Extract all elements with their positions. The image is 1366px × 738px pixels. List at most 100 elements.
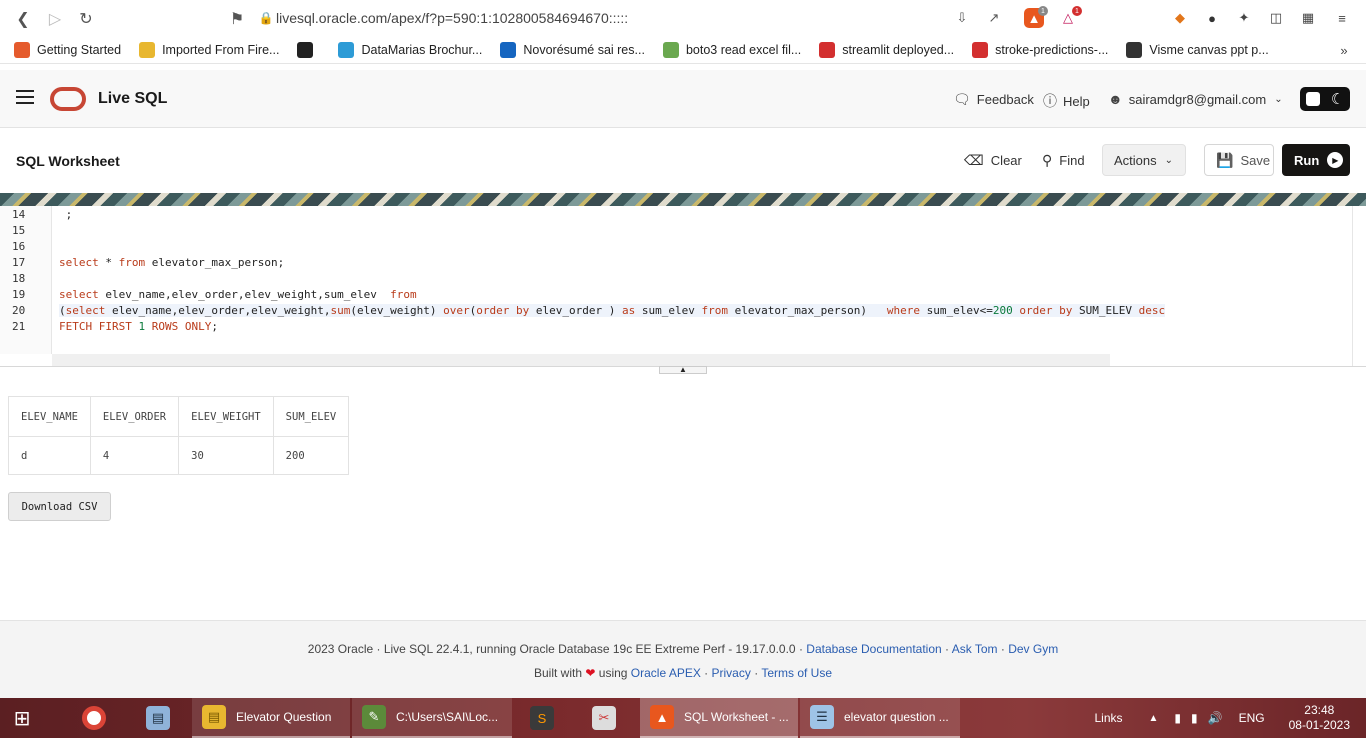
bookmark-item[interactable]: Getting Started	[14, 41, 121, 58]
share-icon[interactable]: ↗	[984, 8, 1004, 28]
help-label: Help	[1063, 93, 1090, 109]
url-text[interactable]: livesql.oracle.com/apex/f?p=590:1:102800…	[276, 10, 628, 26]
terms-of-use-link[interactable]: Terms of Use	[761, 666, 832, 680]
reload-icon[interactable]: ↻	[75, 8, 97, 30]
code-line[interactable]: select * from elevator_max_person;	[59, 256, 284, 269]
help-link[interactable]: ⓘ Help	[1043, 91, 1090, 111]
feedback-link[interactable]: 🗨 Feedback	[953, 91, 1034, 108]
bookmark-item[interactable]: Visme canvas ppt p...	[1126, 41, 1269, 58]
sidebar-icon[interactable]: ◫	[1266, 8, 1286, 28]
heart-icon: ❤	[585, 666, 596, 680]
save-button[interactable]: 💾 Save	[1204, 144, 1274, 176]
hamburger-icon[interactable]	[16, 90, 34, 104]
brave-icon: ▲	[650, 705, 674, 729]
oracle-apex-link[interactable]: Oracle APEX	[631, 666, 701, 680]
download-csv-button[interactable]: Download CSV	[8, 492, 111, 521]
privacy-link[interactable]: Privacy	[712, 666, 751, 680]
notepad-icon: ☰	[810, 705, 834, 729]
code-line[interactable]: (select elev_name,elev_order,elev_weight…	[59, 304, 1166, 317]
code-line[interactable]: ;	[59, 208, 73, 221]
line-number: 20	[12, 304, 26, 317]
taskbar-window[interactable]: ☰ elevator question ...	[800, 698, 960, 738]
streamlit-icon	[819, 41, 836, 58]
database-documentation-link[interactable]: Database Documentation	[806, 642, 941, 656]
puzzle-icon[interactable]: ✦	[1234, 8, 1254, 28]
editor-icon: ✎	[362, 705, 386, 729]
taskbar-snipping[interactable]: ✂	[592, 698, 626, 738]
find-button[interactable]: ⚲ Find	[1042, 144, 1085, 176]
feedback-label: Feedback	[976, 92, 1034, 107]
ask-tom-link[interactable]: Ask Tom	[952, 642, 998, 656]
dev-gym-link[interactable]: Dev Gym	[1008, 642, 1058, 656]
clear-button[interactable]: ⌫ Clear	[964, 144, 1022, 176]
more-bookmarks-icon[interactable]: »	[1334, 40, 1354, 60]
light-mode-icon	[1305, 92, 1320, 106]
collapse-icon[interactable]: ▲	[659, 366, 707, 374]
decorative-pattern-band	[0, 193, 1366, 206]
extension-dots-icon[interactable]: ●	[1202, 8, 1222, 28]
forward-icon[interactable]: ▷	[44, 8, 66, 30]
sql-editor[interactable]: 14 15 16 17 18 19 20 21 ; select * from elevator…	[0, 206, 1366, 366]
line-number: 18	[12, 272, 26, 285]
line-number: 17	[12, 256, 26, 269]
address-bar[interactable]: 🔒 livesql.oracle.com/apex/f?p=590:1:1028…	[256, 6, 1016, 30]
bookmark-item[interactable]: Novorésumé sai res...	[500, 41, 645, 58]
bookmark-item[interactable]: streamlit deployed...	[819, 41, 954, 58]
line-number: 19	[12, 288, 26, 301]
bookmark-label: stroke-predictions-...	[995, 42, 1109, 57]
taskbar-window[interactable]: ✎ C:\Users\SAI\Loc...	[352, 698, 512, 738]
firefox-icon	[14, 41, 30, 58]
save-icon: 💾	[1216, 151, 1234, 168]
code-line[interactable]: FETCH FIRST 1 ROWS ONLY;	[59, 320, 218, 333]
moon-icon: ☾	[1330, 91, 1345, 108]
streamlit-icon	[972, 41, 989, 58]
user-email: sairamdgr8@gmail.com	[1128, 91, 1267, 107]
table-cell: d	[8, 436, 91, 475]
table-row: d 4 30 200	[8, 436, 350, 475]
line-number: 14	[12, 208, 26, 221]
code-line[interactable]: select elev_name,elev_order,elev_weight,…	[59, 288, 417, 301]
bookmark-icon[interactable]: ⚑	[226, 8, 248, 30]
taskbar-sublime[interactable]: S	[530, 698, 564, 738]
footer-version-line: 2023 Oracle · Live SQL 22.4.1, running O…	[0, 642, 1366, 656]
download-icon[interactable]: ⇩	[952, 8, 972, 28]
browser-toolbar: ❮ ▷ ↻ ⚑ 🔒 livesql.oracle.com/apex/f?p=59…	[0, 0, 1366, 36]
app-title[interactable]: Live SQL	[98, 90, 167, 108]
user-menu[interactable]: ☻ sairamdgr8@gmail.com ⌄	[1108, 91, 1283, 107]
run-button[interactable]: Run ▶	[1282, 144, 1350, 176]
line-number: 15	[12, 224, 26, 237]
bookmark-item[interactable]: DataMarias Brochur...	[338, 41, 482, 58]
metamask-icon[interactable]: ◆	[1170, 8, 1190, 28]
chevron-up-icon[interactable]: ▲	[1149, 713, 1159, 724]
bookmark-item[interactable]: boto3 read excel fil...	[662, 41, 801, 58]
bookmark-item[interactable]: Imported From Fire...	[139, 41, 279, 58]
volume-icon[interactable]: 🔊	[1208, 711, 1223, 725]
pane-splitter[interactable]: ▲	[0, 366, 1366, 374]
taskbar-chrome[interactable]	[82, 698, 116, 738]
column-header: SUM_ELEV	[272, 396, 350, 437]
actions-button[interactable]: Actions ⌄	[1102, 144, 1186, 176]
taskbar-computer[interactable]: ▤	[146, 698, 180, 738]
menu-icon[interactable]: ≡	[1332, 8, 1352, 28]
links-toolbar[interactable]: Links	[1095, 711, 1123, 725]
separator: ·	[1000, 642, 1005, 656]
editor-vertical-scrollbar[interactable]	[1352, 206, 1366, 366]
wallet-icon[interactable]: ▦	[1298, 8, 1318, 28]
battery-icon[interactable]: ▮	[1174, 711, 1181, 725]
table-cell: 4	[89, 436, 180, 475]
visme-icon	[1126, 41, 1143, 58]
editor-horizontal-scrollbar[interactable]	[52, 354, 1110, 366]
results-pane: ELEV_NAME ELEV_ORDER ELEV_WEIGHT SUM_ELEV d…	[0, 374, 1366, 620]
language-indicator[interactable]: ENG	[1239, 711, 1265, 725]
theme-toggle[interactable]: ☾	[1300, 87, 1350, 111]
taskbar-window[interactable]: ▤ Elevator Question	[192, 698, 350, 738]
clock[interactable]: 23:48 08-01-2023	[1289, 703, 1350, 733]
taskbar-window[interactable]: ▲ SQL Worksheet - ...	[640, 698, 798, 738]
bookmark-item[interactable]: stroke-predictions-...	[972, 41, 1109, 58]
bookmark-item[interactable]	[297, 41, 320, 58]
taskbar-window-label: C:\Users\SAI\Loc...	[396, 710, 499, 724]
network-icon[interactable]: ▮	[1191, 711, 1198, 725]
back-icon[interactable]: ❮	[12, 8, 34, 30]
novoresume-icon	[500, 41, 517, 58]
start-button[interactable]: ⊞	[10, 698, 44, 738]
